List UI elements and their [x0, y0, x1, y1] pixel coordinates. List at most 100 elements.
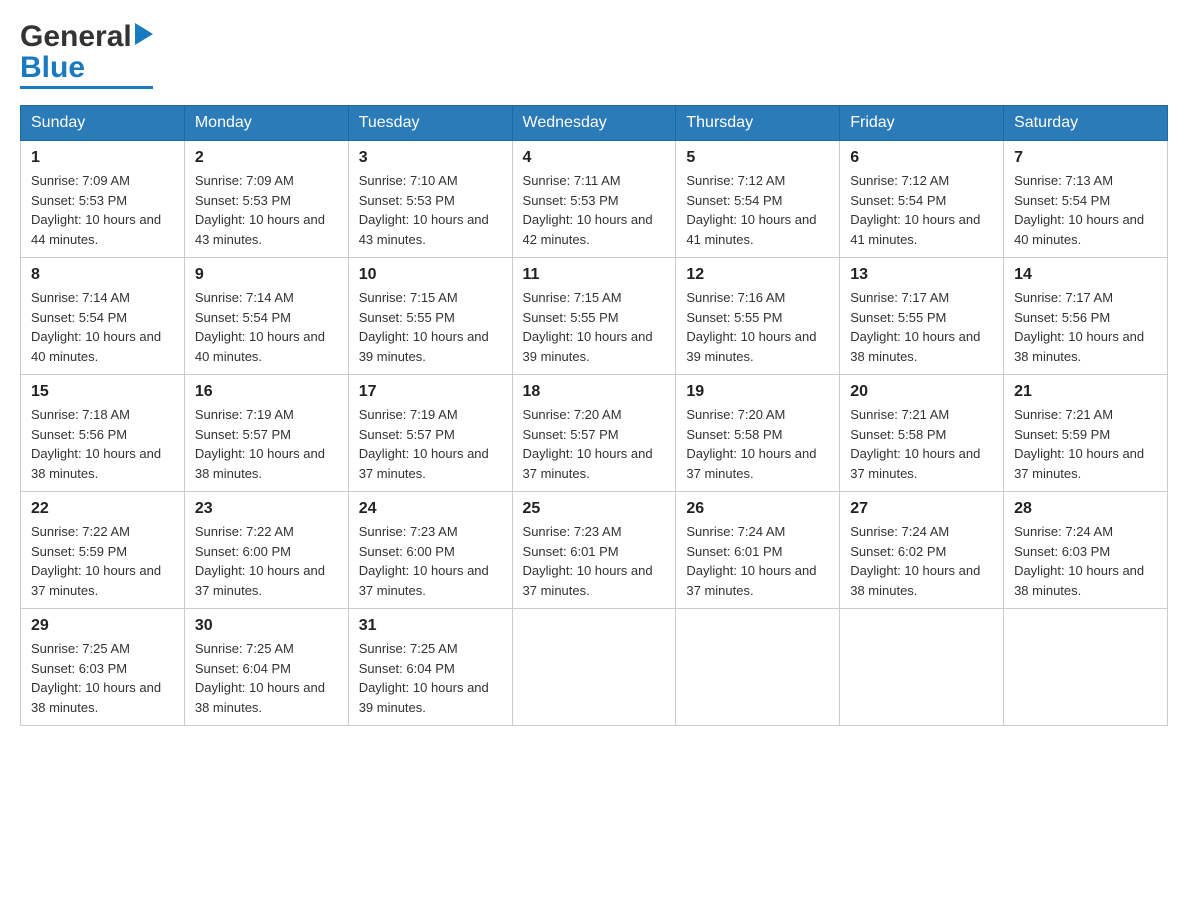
table-row: 1 Sunrise: 7:09 AMSunset: 5:53 PMDayligh…: [21, 141, 185, 258]
page-header: General Blue: [20, 20, 1168, 89]
day-info: Sunrise: 7:25 AMSunset: 6:04 PMDaylight:…: [359, 641, 489, 715]
table-row: 14 Sunrise: 7:17 AMSunset: 5:56 PMDaylig…: [1004, 258, 1168, 375]
table-row: 26 Sunrise: 7:24 AMSunset: 6:01 PMDaylig…: [676, 492, 840, 609]
table-row: 28 Sunrise: 7:24 AMSunset: 6:03 PMDaylig…: [1004, 492, 1168, 609]
day-number: 9: [195, 266, 338, 284]
table-row: 23 Sunrise: 7:22 AMSunset: 6:00 PMDaylig…: [184, 492, 348, 609]
day-number: 30: [195, 617, 338, 635]
header-monday: Monday: [184, 106, 348, 141]
header-wednesday: Wednesday: [512, 106, 676, 141]
day-info: Sunrise: 7:17 AMSunset: 5:55 PMDaylight:…: [850, 290, 980, 364]
calendar-week-row: 1 Sunrise: 7:09 AMSunset: 5:53 PMDayligh…: [21, 141, 1168, 258]
day-number: 5: [686, 149, 829, 167]
day-number: 25: [523, 500, 666, 518]
table-row: 9 Sunrise: 7:14 AMSunset: 5:54 PMDayligh…: [184, 258, 348, 375]
day-number: 2: [195, 149, 338, 167]
day-number: 15: [31, 383, 174, 401]
table-row: 19 Sunrise: 7:20 AMSunset: 5:58 PMDaylig…: [676, 375, 840, 492]
table-row: 18 Sunrise: 7:20 AMSunset: 5:57 PMDaylig…: [512, 375, 676, 492]
table-row: 15 Sunrise: 7:18 AMSunset: 5:56 PMDaylig…: [21, 375, 185, 492]
day-info: Sunrise: 7:09 AMSunset: 5:53 PMDaylight:…: [31, 173, 161, 247]
day-number: 31: [359, 617, 502, 635]
day-number: 16: [195, 383, 338, 401]
table-row: 22 Sunrise: 7:22 AMSunset: 5:59 PMDaylig…: [21, 492, 185, 609]
day-number: 19: [686, 383, 829, 401]
table-row: 12 Sunrise: 7:16 AMSunset: 5:55 PMDaylig…: [676, 258, 840, 375]
day-info: Sunrise: 7:20 AMSunset: 5:57 PMDaylight:…: [523, 407, 653, 481]
table-row: 30 Sunrise: 7:25 AMSunset: 6:04 PMDaylig…: [184, 609, 348, 726]
day-number: 8: [31, 266, 174, 284]
calendar-table: Sunday Monday Tuesday Wednesday Thursday…: [20, 105, 1168, 726]
day-info: Sunrise: 7:23 AMSunset: 6:01 PMDaylight:…: [523, 524, 653, 598]
header-saturday: Saturday: [1004, 106, 1168, 141]
day-number: 23: [195, 500, 338, 518]
table-row: 20 Sunrise: 7:21 AMSunset: 5:58 PMDaylig…: [840, 375, 1004, 492]
day-number: 21: [1014, 383, 1157, 401]
table-row: [840, 609, 1004, 726]
logo-general-text: General: [20, 20, 132, 53]
day-number: 13: [850, 266, 993, 284]
header-tuesday: Tuesday: [348, 106, 512, 141]
calendar-week-row: 15 Sunrise: 7:18 AMSunset: 5:56 PMDaylig…: [21, 375, 1168, 492]
logo-arrow-icon: [135, 23, 153, 50]
table-row: 31 Sunrise: 7:25 AMSunset: 6:04 PMDaylig…: [348, 609, 512, 726]
day-info: Sunrise: 7:25 AMSunset: 6:03 PMDaylight:…: [31, 641, 161, 715]
day-info: Sunrise: 7:21 AMSunset: 5:59 PMDaylight:…: [1014, 407, 1144, 481]
table-row: 21 Sunrise: 7:21 AMSunset: 5:59 PMDaylig…: [1004, 375, 1168, 492]
table-row: [676, 609, 840, 726]
day-info: Sunrise: 7:15 AMSunset: 5:55 PMDaylight:…: [359, 290, 489, 364]
day-number: 1: [31, 149, 174, 167]
day-info: Sunrise: 7:11 AMSunset: 5:53 PMDaylight:…: [523, 173, 653, 247]
day-number: 27: [850, 500, 993, 518]
day-number: 14: [1014, 266, 1157, 284]
day-number: 10: [359, 266, 502, 284]
day-number: 22: [31, 500, 174, 518]
day-info: Sunrise: 7:12 AMSunset: 5:54 PMDaylight:…: [850, 173, 980, 247]
day-info: Sunrise: 7:22 AMSunset: 5:59 PMDaylight:…: [31, 524, 161, 598]
logo-blue-text: Blue: [20, 51, 85, 84]
day-info: Sunrise: 7:21 AMSunset: 5:58 PMDaylight:…: [850, 407, 980, 481]
day-info: Sunrise: 7:24 AMSunset: 6:01 PMDaylight:…: [686, 524, 816, 598]
day-info: Sunrise: 7:23 AMSunset: 6:00 PMDaylight:…: [359, 524, 489, 598]
table-row: 17 Sunrise: 7:19 AMSunset: 5:57 PMDaylig…: [348, 375, 512, 492]
table-row: 27 Sunrise: 7:24 AMSunset: 6:02 PMDaylig…: [840, 492, 1004, 609]
day-number: 17: [359, 383, 502, 401]
table-row: 3 Sunrise: 7:10 AMSunset: 5:53 PMDayligh…: [348, 141, 512, 258]
day-number: 29: [31, 617, 174, 635]
day-info: Sunrise: 7:17 AMSunset: 5:56 PMDaylight:…: [1014, 290, 1144, 364]
day-info: Sunrise: 7:22 AMSunset: 6:00 PMDaylight:…: [195, 524, 325, 598]
day-number: 28: [1014, 500, 1157, 518]
table-row: [1004, 609, 1168, 726]
logo-underline: [20, 86, 153, 89]
day-info: Sunrise: 7:09 AMSunset: 5:53 PMDaylight:…: [195, 173, 325, 247]
day-info: Sunrise: 7:14 AMSunset: 5:54 PMDaylight:…: [31, 290, 161, 364]
day-info: Sunrise: 7:25 AMSunset: 6:04 PMDaylight:…: [195, 641, 325, 715]
day-number: 24: [359, 500, 502, 518]
logo: General Blue: [20, 20, 153, 89]
calendar-week-row: 22 Sunrise: 7:22 AMSunset: 5:59 PMDaylig…: [21, 492, 1168, 609]
day-info: Sunrise: 7:20 AMSunset: 5:58 PMDaylight:…: [686, 407, 816, 481]
table-row: 4 Sunrise: 7:11 AMSunset: 5:53 PMDayligh…: [512, 141, 676, 258]
table-row: 7 Sunrise: 7:13 AMSunset: 5:54 PMDayligh…: [1004, 141, 1168, 258]
calendar-week-row: 8 Sunrise: 7:14 AMSunset: 5:54 PMDayligh…: [21, 258, 1168, 375]
day-info: Sunrise: 7:19 AMSunset: 5:57 PMDaylight:…: [195, 407, 325, 481]
calendar-week-row: 29 Sunrise: 7:25 AMSunset: 6:03 PMDaylig…: [21, 609, 1168, 726]
table-row: [512, 609, 676, 726]
day-number: 12: [686, 266, 829, 284]
table-row: 5 Sunrise: 7:12 AMSunset: 5:54 PMDayligh…: [676, 141, 840, 258]
day-number: 11: [523, 266, 666, 284]
day-info: Sunrise: 7:24 AMSunset: 6:02 PMDaylight:…: [850, 524, 980, 598]
header-thursday: Thursday: [676, 106, 840, 141]
header-friday: Friday: [840, 106, 1004, 141]
table-row: 25 Sunrise: 7:23 AMSunset: 6:01 PMDaylig…: [512, 492, 676, 609]
day-number: 18: [523, 383, 666, 401]
table-row: 6 Sunrise: 7:12 AMSunset: 5:54 PMDayligh…: [840, 141, 1004, 258]
day-info: Sunrise: 7:19 AMSunset: 5:57 PMDaylight:…: [359, 407, 489, 481]
table-row: 10 Sunrise: 7:15 AMSunset: 5:55 PMDaylig…: [348, 258, 512, 375]
day-number: 20: [850, 383, 993, 401]
day-info: Sunrise: 7:16 AMSunset: 5:55 PMDaylight:…: [686, 290, 816, 364]
table-row: 29 Sunrise: 7:25 AMSunset: 6:03 PMDaylig…: [21, 609, 185, 726]
day-number: 3: [359, 149, 502, 167]
day-info: Sunrise: 7:12 AMSunset: 5:54 PMDaylight:…: [686, 173, 816, 247]
header-sunday: Sunday: [21, 106, 185, 141]
